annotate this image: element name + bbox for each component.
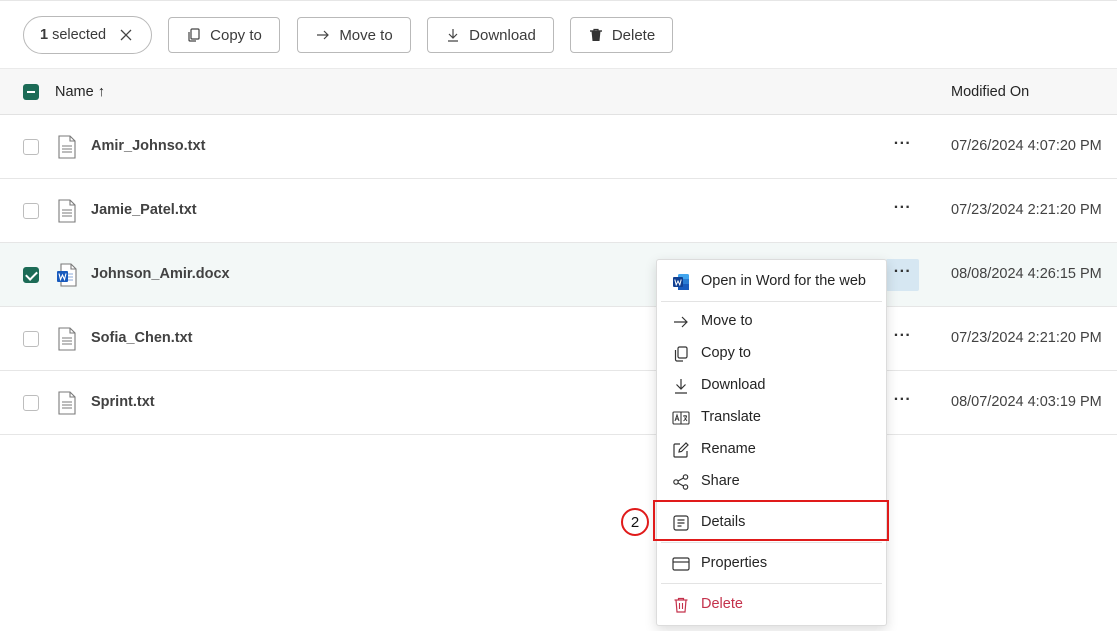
menu-item-open-in-word[interactable]: Open in Word for the web: [657, 266, 886, 298]
delete-label: Delete: [611, 26, 656, 44]
menu-item-delete[interactable]: Delete: [657, 589, 886, 621]
modified-date: 08/08/2024 4:26:15 PM: [951, 266, 1102, 282]
menu-item-download[interactable]: Download: [657, 370, 886, 402]
more-actions-button[interactable]: ···: [886, 323, 919, 355]
menu-item-translate[interactable]: Translate: [657, 402, 886, 434]
download-label: Download: [469, 26, 536, 44]
text-file-icon: [58, 327, 76, 351]
trash-icon: [589, 28, 602, 41]
command-bar: 1 selected Copy to Move to Download Dele…: [0, 0, 1117, 68]
context-menu: Open in Word for the web Move to Copy to…: [656, 259, 887, 626]
menu-item-move-to[interactable]: Move to: [657, 306, 886, 338]
more-actions-button[interactable]: ···: [886, 195, 919, 227]
text-file-icon: [58, 135, 76, 159]
row-checkbox[interactable]: [23, 267, 39, 283]
more-actions-button[interactable]: ···: [886, 387, 919, 419]
download-icon: [675, 379, 687, 394]
arrow-right-icon: [674, 316, 688, 328]
modified-date: 07/23/2024 2:21:20 PM: [951, 330, 1102, 346]
move-to-button[interactable]: Move to: [297, 17, 411, 53]
row-checkbox[interactable]: [23, 203, 39, 219]
text-file-icon: [58, 391, 76, 415]
table-header: Name ↑ Modified On: [0, 68, 1117, 115]
table-row[interactable]: Jamie_Patel.txt ··· 07/23/2024 2:21:20 P…: [0, 179, 1117, 243]
table-row[interactable]: Sprint.txt ··· 08/07/2024 4:03:19 PM: [0, 371, 1117, 435]
column-header-name[interactable]: Name ↑: [55, 84, 105, 100]
modified-date: 08/07/2024 4:03:19 PM: [951, 394, 1102, 410]
selection-pill[interactable]: 1 selected: [23, 16, 152, 54]
menu-item-rename[interactable]: Rename: [657, 434, 886, 466]
menu-item-copy-to[interactable]: Copy to: [657, 338, 886, 370]
file-name[interactable]: Sprint.txt: [91, 394, 155, 410]
rename-icon: [673, 442, 689, 458]
table-row-selected[interactable]: Johnson_Amir.docx ··· 08/08/2024 4:26:15…: [0, 243, 1117, 307]
annotation-step-badge: 2: [621, 508, 649, 536]
select-all-checkbox[interactable]: [23, 84, 39, 100]
properties-icon: [672, 557, 690, 571]
modified-date: 07/23/2024 2:21:20 PM: [951, 202, 1102, 218]
menu-item-properties[interactable]: Properties: [657, 548, 886, 580]
file-name[interactable]: Johnson_Amir.docx: [91, 266, 230, 282]
selected-label: selected: [52, 27, 107, 43]
row-checkbox[interactable]: [23, 139, 39, 155]
menu-item-share[interactable]: Share: [657, 466, 886, 498]
modified-date: 07/26/2024 4:07:20 PM: [951, 138, 1102, 154]
trash-icon: [674, 597, 688, 613]
menu-separator: [661, 583, 882, 584]
arrow-right-icon: [317, 30, 330, 40]
selected-count: 1: [40, 27, 49, 43]
row-checkbox[interactable]: [23, 395, 39, 411]
row-checkbox[interactable]: [23, 331, 39, 347]
file-name[interactable]: Sofia_Chen.txt: [91, 330, 193, 346]
copy-icon: [188, 28, 200, 42]
download-button[interactable]: Download: [427, 17, 554, 53]
menu-separator: [661, 301, 882, 302]
sort-ascending-icon: ↑: [97, 84, 105, 100]
table-row[interactable]: Amir_Johnso.txt ··· 07/26/2024 4:07:20 P…: [0, 115, 1117, 179]
file-name[interactable]: Jamie_Patel.txt: [91, 202, 197, 218]
clear-selection-icon[interactable]: [118, 27, 134, 43]
more-actions-button[interactable]: ···: [886, 259, 919, 291]
download-icon: [448, 29, 459, 42]
copy-icon: [674, 346, 688, 362]
word-icon: [673, 274, 689, 290]
copy-to-button[interactable]: Copy to: [168, 17, 280, 53]
translate-icon: [672, 411, 690, 425]
word-file-icon: [57, 263, 77, 287]
copy-to-label: Copy to: [210, 26, 262, 44]
move-to-label: Move to: [339, 26, 393, 44]
menu-separator: [661, 542, 882, 543]
column-header-modified[interactable]: Modified On: [951, 84, 1029, 100]
text-file-icon: [58, 199, 76, 223]
delete-button[interactable]: Delete: [570, 17, 673, 53]
table-row[interactable]: Sofia_Chen.txt ··· 07/23/2024 2:21:20 PM: [0, 307, 1117, 371]
more-actions-button[interactable]: ···: [886, 131, 919, 163]
file-name[interactable]: Amir_Johnso.txt: [91, 138, 205, 154]
annotation-highlight-box: [653, 500, 889, 541]
share-icon: [673, 474, 689, 490]
